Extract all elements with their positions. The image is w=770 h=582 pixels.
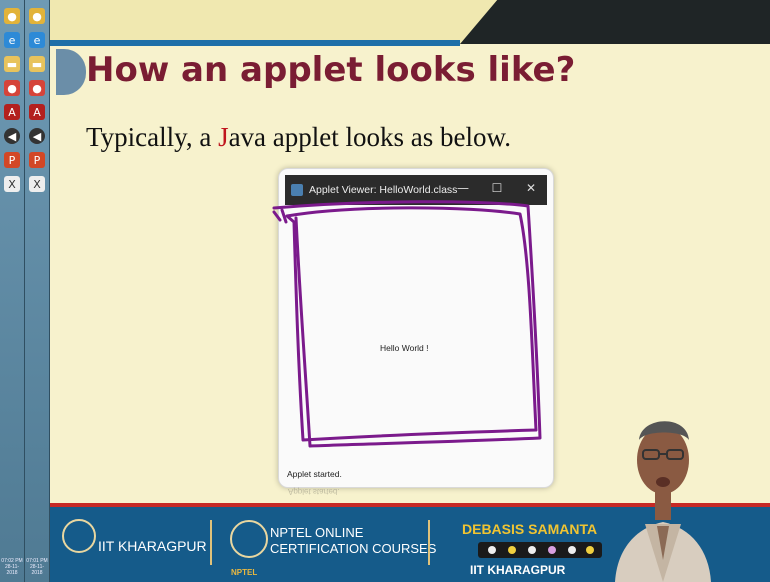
- nptel-small-label: NPTEL: [231, 568, 258, 577]
- clock[interactable]: 07:01 PM 28-11-2018: [26, 558, 48, 576]
- edge-icon[interactable]: e: [29, 32, 45, 48]
- presenter-name: DEBASIS SAMANTA: [462, 521, 598, 537]
- powerpoint-icon[interactable]: P: [4, 152, 20, 168]
- presenter-org: IIT KHARAGPUR: [470, 563, 566, 577]
- chrome-icon[interactable]: ●: [4, 8, 20, 24]
- footer-iit: IIT KHARAGPUR: [98, 538, 207, 554]
- media-icon[interactable]: ◀: [4, 128, 20, 144]
- scribble-stroke-1: [285, 206, 538, 442]
- iit-logo: [62, 519, 96, 553]
- folder-icon[interactable]: ▬: [29, 56, 45, 72]
- camtasia-icon[interactable]: X: [4, 176, 20, 192]
- footer-nptel-line2: CERTIFICATION COURSES: [270, 541, 437, 556]
- chrome-icon[interactable]: ●: [29, 80, 45, 96]
- nptel-logo: [230, 520, 268, 558]
- powerpoint-icon[interactable]: P: [29, 152, 45, 168]
- acrobat-icon[interactable]: A: [29, 104, 45, 120]
- footer-separator: [210, 520, 212, 565]
- acrobat-icon[interactable]: A: [4, 104, 20, 120]
- footer-nptel-line1: NPTEL ONLINE: [270, 525, 364, 540]
- presenter-video: [615, 421, 711, 582]
- scribble-stroke-3: [272, 208, 288, 224]
- camtasia-icon[interactable]: X: [29, 176, 45, 192]
- taskbar-left: ● e ▬ ● A ◀ P X 07:02 PM 28-11-2018: [0, 0, 25, 582]
- media-icon[interactable]: ◀: [29, 128, 45, 144]
- taskbar-right: ● e ▬ ● A ◀ P X 07:01 PM 28-11-2018: [25, 0, 50, 582]
- scribble-stroke-2: [272, 200, 542, 448]
- nav-controls-strip: [478, 542, 602, 558]
- chrome-icon[interactable]: ●: [29, 8, 45, 24]
- clock[interactable]: 07:02 PM 28-11-2018: [1, 558, 23, 576]
- folder-icon[interactable]: ▬: [4, 56, 20, 72]
- footer-separator: [428, 520, 430, 565]
- edge-icon[interactable]: e: [4, 32, 20, 48]
- chrome-icon[interactable]: ●: [4, 80, 20, 96]
